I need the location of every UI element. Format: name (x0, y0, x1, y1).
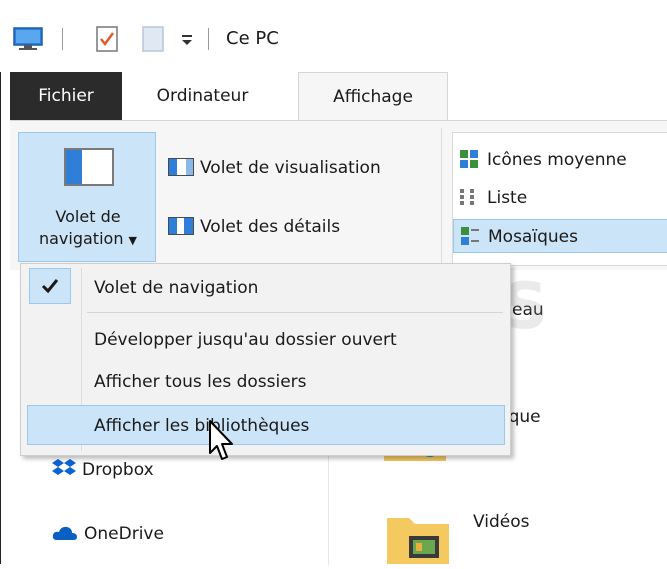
navigation-pane-menu: Volet de navigation Développer jusqu'au … (20, 263, 511, 456)
medium-icons-icon (459, 147, 479, 168)
onedrive-icon (52, 525, 78, 546)
navigation-pane-label-line1: Volet de (55, 207, 121, 226)
layout-gallery: Icônes moyenne Liste Mosaïques (452, 132, 667, 266)
tiles-view-icon (460, 224, 480, 245)
menu-item-show-all-folders-label: Afficher tous les dossiers (94, 372, 307, 392)
ribbon-tabs: Fichier Ordinateur Affichage (0, 72, 667, 122)
menu-item-show-libraries[interactable]: Afficher les bibliothèques (27, 405, 505, 445)
menu-item-navigation-pane-label: Volet de navigation (94, 278, 259, 298)
layout-tiles[interactable]: Mosaïques (453, 219, 667, 253)
computer-icon[interactable] (12, 26, 44, 52)
list-view-icon (459, 185, 479, 205)
menu-item-navigation-pane[interactable]: Volet de navigation (21, 268, 510, 308)
navigation-pane-button[interactable]: Volet de navigation ▼ (18, 132, 156, 262)
folder-videos[interactable]: Vidéos (385, 512, 530, 569)
navigation-pane-label-line2-wrap: navigation ▼ (19, 228, 157, 252)
preview-pane-icon (168, 158, 194, 176)
dropdown-arrow-icon: ▼ (128, 234, 138, 247)
preview-pane-label: Volet de visualisation (200, 158, 381, 178)
menu-item-show-libraries-label: Afficher les bibliothèques (94, 416, 310, 436)
menu-item-expand-to-open-folder[interactable]: Développer jusqu'au dossier ouvert (21, 320, 510, 360)
tree-item-dropbox[interactable]: Dropbox (52, 458, 154, 483)
details-pane-button[interactable]: Volet des détails (168, 215, 340, 239)
navigation-pane-label: Volet de navigation ▼ (19, 206, 157, 252)
menu-item-show-all-folders[interactable]: Afficher tous les dossiers (21, 362, 510, 402)
new-folder-icon[interactable] (140, 24, 166, 54)
customize-toolbar-icon[interactable] (180, 32, 194, 48)
tab-affichage[interactable]: Affichage (298, 72, 448, 122)
layout-tiles-label: Mosaïques (488, 227, 578, 247)
title-bar: Ce PC (0, 0, 667, 72)
tree-item-onedrive-label: OneDrive (84, 524, 164, 544)
layout-medium-icons-label: Icônes moyenne (487, 150, 627, 170)
dropbox-icon (52, 458, 76, 483)
layout-medium-icons[interactable]: Icônes moyenne (453, 143, 667, 177)
tree-item-onedrive[interactable]: OneDrive (52, 524, 164, 546)
tab-fichier[interactable]: Fichier (10, 72, 122, 120)
ribbon-group-separator (441, 128, 442, 266)
checkmark-box (29, 268, 71, 304)
tree-item-dropbox-label: Dropbox (82, 460, 154, 480)
details-pane-label: Volet des détails (200, 217, 341, 237)
details-pane-icon (168, 217, 194, 235)
checkmark-icon (41, 279, 59, 294)
window-title: Ce PC (226, 28, 279, 49)
toolbar-separator (208, 28, 209, 50)
videos-folder-icon (385, 512, 455, 569)
toolbar-separator (62, 28, 63, 50)
layout-list-label: Liste (487, 188, 528, 208)
layout-list[interactable]: Liste (453, 181, 667, 215)
preview-pane-button[interactable]: Volet de visualisation (168, 156, 381, 180)
properties-icon[interactable] (94, 24, 120, 54)
folder-partial-top[interactable]: eau (512, 300, 544, 320)
tab-ordinateur[interactable]: Ordinateur (135, 72, 270, 120)
mouse-cursor-icon (208, 419, 238, 463)
menu-item-expand-label: Développer jusqu'au dossier ouvert (94, 330, 397, 350)
menu-separator (87, 312, 503, 313)
navigation-pane-label-line2: navigation (38, 229, 124, 248)
navigation-pane-icon (64, 148, 114, 186)
folder-videos-label: Vidéos (473, 512, 530, 532)
